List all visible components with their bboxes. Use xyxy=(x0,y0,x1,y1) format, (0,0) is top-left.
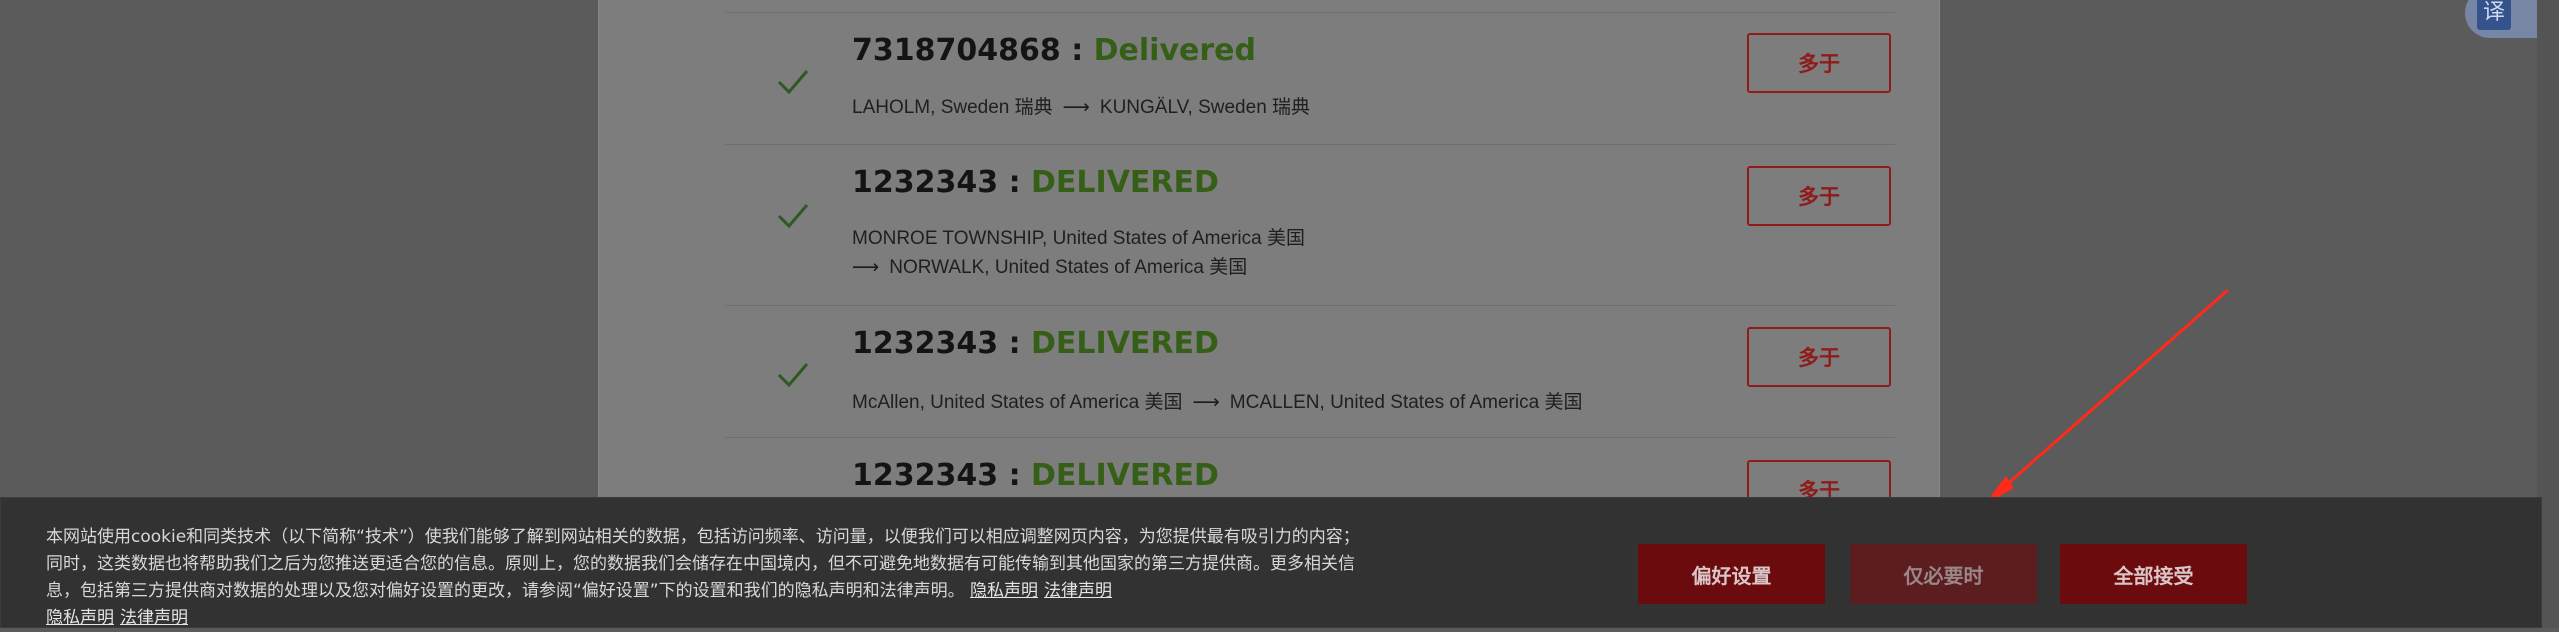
necessary-only-button[interactable]: 仅必要时 xyxy=(1850,544,2037,604)
delivery-status: DELIVERED xyxy=(1031,326,1219,361)
tracking-heading: 1232343 : DELIVERED xyxy=(852,458,1219,493)
route-line: LAHOLM, Sweden 瑞典 ⟶ KUNGÄLV, Sweden 瑞典 xyxy=(852,93,1310,122)
privacy-link-trailing[interactable]: 隐私声明 xyxy=(46,608,114,628)
shipment-row: 1232343 : DELIVERED McAllen, United Stat… xyxy=(725,305,1895,438)
checkmark-icon xyxy=(773,195,813,235)
checkmark-icon xyxy=(773,61,813,101)
translate-icon: 译 xyxy=(2477,0,2511,30)
more-button[interactable]: 多于 xyxy=(1747,166,1891,226)
route-line: MONROE TOWNSHIP, United States of Americ… xyxy=(852,225,1305,253)
route-arrow-icon: ⟶ xyxy=(852,256,880,278)
tracking-number: 7318704868 xyxy=(852,33,1061,68)
delivery-status: DELIVERED xyxy=(1031,458,1219,493)
tracking-separator: : xyxy=(998,458,1032,493)
cookie-consent-text: 本网站使用cookie和同类技术（以下简称“技术”）使我们能够了解到网站相关的数… xyxy=(46,524,1366,632)
route-origin: LAHOLM, Sweden 瑞典 xyxy=(852,97,1053,118)
route-line: McAllen, United States of America 美国 ⟶ MCA… xyxy=(852,388,1582,417)
route-arrow-icon: ⟶ xyxy=(1192,391,1220,413)
legal-link-trailing[interactable]: 法律声明 xyxy=(120,608,188,628)
tracking-heading: 1232343 : DELIVERED xyxy=(852,165,1219,200)
shipment-row: 7318704868 : Delivered LAHOLM, Sweden 瑞典… xyxy=(725,12,1895,145)
route-destination: KUNGÄLV, Sweden 瑞典 xyxy=(1099,97,1311,118)
cookie-description: 本网站使用cookie和同类技术（以下简称“技术”）使我们能够了解到网站相关的数… xyxy=(46,527,1360,601)
delivery-status: Delivered xyxy=(1093,33,1256,68)
tracking-separator: : xyxy=(1060,33,1094,68)
route-line-2: ⟶ NORWALK, United States of America 美国 xyxy=(852,253,1247,282)
route-destination: MCALLEN, United States of America 美国 xyxy=(1229,392,1583,413)
tracking-heading: 7318704868 : Delivered xyxy=(852,33,1256,68)
privacy-link[interactable]: 隐私声明 xyxy=(970,581,1038,601)
tracking-number: 1232343 xyxy=(852,326,999,361)
tracking-number: 1232343 xyxy=(852,165,999,200)
tracking-separator: : xyxy=(998,165,1032,200)
route-origin: McAllen, United States of America 美国 xyxy=(852,392,1183,413)
tracking-separator: : xyxy=(998,326,1032,361)
route-origin: MONROE TOWNSHIP, United States of Americ… xyxy=(852,228,1305,249)
more-button[interactable]: 多于 xyxy=(1747,327,1891,387)
accept-all-button[interactable]: 全部接受 xyxy=(2060,544,2247,604)
checkmark-icon xyxy=(773,354,813,394)
legal-link[interactable]: 法律声明 xyxy=(1044,581,1112,601)
delivery-status: DELIVERED xyxy=(1031,165,1219,200)
route-destination: NORWALK, United States of America 美国 xyxy=(889,257,1248,278)
tracking-number: 1232343 xyxy=(852,458,999,493)
tracking-heading: 1232343 : DELIVERED xyxy=(852,326,1219,361)
shipment-row: 1232343 : DELIVERED MONROE TOWNSHIP, Uni… xyxy=(725,144,1895,306)
preferences-button[interactable]: 偏好设置 xyxy=(1638,544,1825,604)
more-button[interactable]: 多于 xyxy=(1747,33,1891,93)
route-arrow-icon: ⟶ xyxy=(1062,96,1090,118)
